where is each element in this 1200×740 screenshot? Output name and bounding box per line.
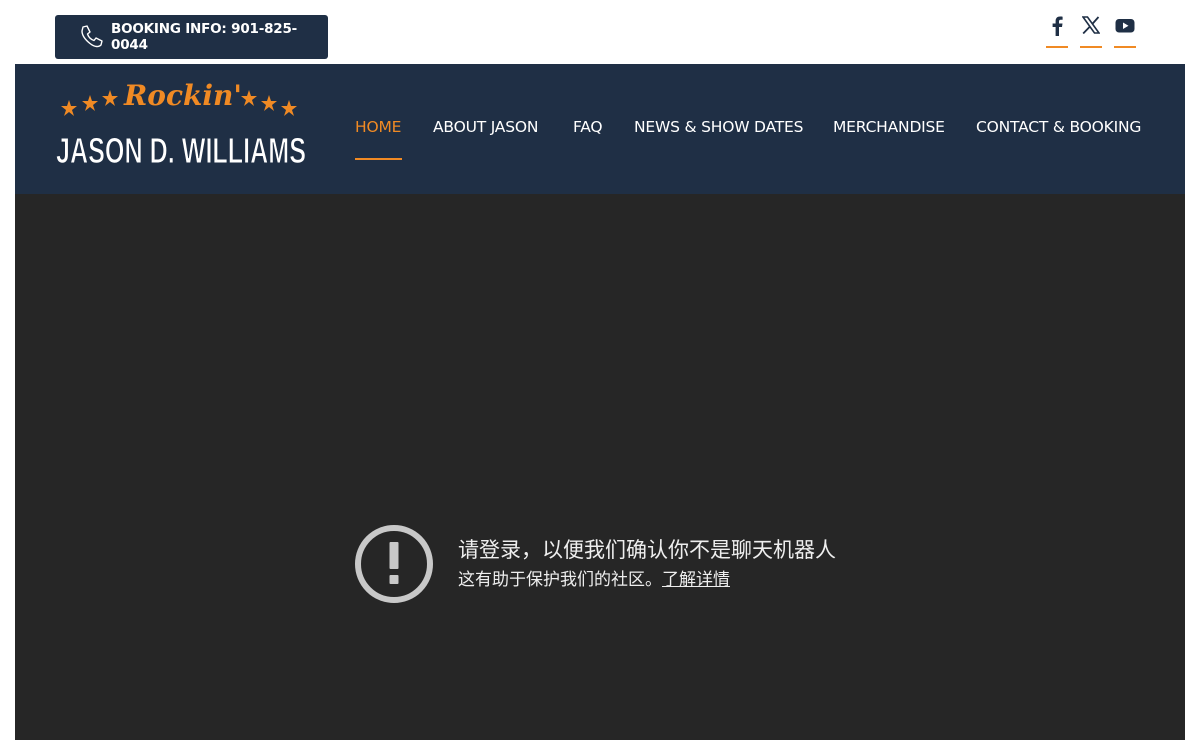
embedded-content-area: 请登录，以便我们确认你不是聊天机器人 这有助于保护我们的社区。了解详情 [15, 194, 1185, 740]
booking-info-label: BOOKING INFO: 901-825-0044 [111, 21, 298, 53]
notice-body: 这有助于保护我们的社区。了解详情 [458, 567, 836, 593]
youtube-link[interactable] [1114, 16, 1136, 48]
nav-home[interactable]: HOME [355, 118, 401, 136]
nav-news-show-dates[interactable]: NEWS & SHOW DATES [634, 118, 803, 136]
exclamation-circle-icon [354, 524, 434, 604]
x-link[interactable] [1080, 16, 1102, 48]
nav-about-jason[interactable]: ABOUT JASON [433, 118, 538, 136]
active-nav-indicator [355, 158, 402, 160]
youtube-icon [1115, 16, 1135, 38]
phone-icon [77, 23, 105, 51]
login-notice: 请登录，以便我们确认你不是聊天机器人 这有助于保护我们的社区。了解详情 [354, 524, 836, 604]
nav-contact-booking[interactable]: CONTACT & BOOKING [976, 118, 1141, 136]
top-bar: BOOKING INFO: 901-825-0044 [0, 0, 1200, 64]
notice-body-text: 这有助于保护我们的社区。 [458, 570, 662, 590]
nav-merchandise[interactable]: MERCHANDISE [833, 118, 945, 136]
x-icon [1081, 16, 1101, 38]
learn-more-link[interactable]: 了解详情 [662, 570, 730, 590]
nav-faq[interactable]: FAQ [573, 118, 603, 136]
logo-name-text: JASON D. WILLIAMS [56, 130, 306, 171]
notice-title: 请登录，以便我们确认你不是聊天机器人 [458, 538, 836, 562]
main-header: Rockin' JASON D. WILLIAMS HOME ABOUT JAS… [15, 64, 1185, 194]
booking-info-button[interactable]: BOOKING INFO: 901-825-0044 [55, 15, 328, 59]
facebook-icon [1051, 16, 1063, 40]
logo-script-text: Rockin' [123, 79, 242, 112]
facebook-link[interactable] [1046, 16, 1068, 48]
site-logo[interactable]: Rockin' JASON D. WILLIAMS [55, 79, 310, 179]
